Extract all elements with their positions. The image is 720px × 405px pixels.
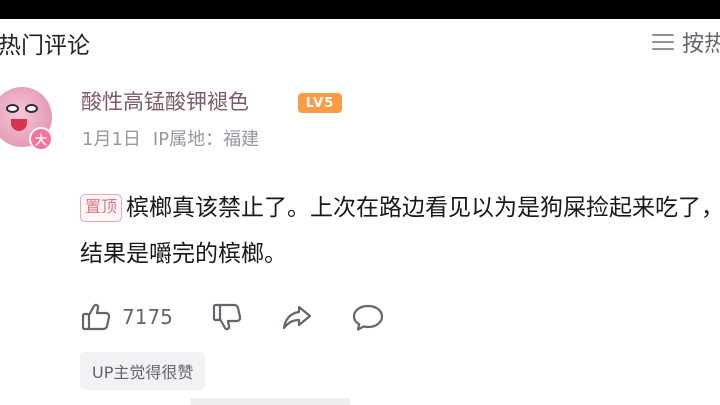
dislike-button[interactable] [211, 301, 243, 333]
list-sort-icon [651, 33, 674, 51]
section-title: 热门评论 [0, 33, 90, 59]
thumbs-down-icon [212, 303, 242, 331]
action-bar: 7175 [80, 297, 385, 337]
level-badge: LV5 [298, 93, 342, 113]
pinned-badge: 置顶 [80, 194, 123, 222]
comment-body: 置顶 槟榔真该禁止了。上次在路边看见以为是狗屎捡起来吃了，结果是嚼完的槟榔。 [80, 185, 720, 277]
comment-date: 1月1日 [82, 129, 141, 150]
comment-bubble-icon [352, 304, 384, 331]
share-button[interactable] [281, 301, 313, 333]
share-icon [282, 305, 312, 330]
next-item-edge [190, 398, 350, 405]
like-button[interactable]: 7175 [80, 301, 173, 333]
thumbs-up-icon [81, 303, 111, 331]
like-count: 7175 [122, 305, 173, 329]
username[interactable]: 酸性高锰酸钾褪色 [81, 86, 249, 116]
comment-text: 槟榔真该禁止了。上次在路边看见以为是狗屎捡起来吃了，结果是嚼完的槟榔。 [80, 195, 720, 267]
sort-button[interactable]: 按热 [651, 26, 720, 58]
sort-label: 按热 [681, 32, 720, 57]
up-liked-badge: UP主觉得很赞 [80, 352, 206, 390]
vip-badge-icon: 大 [29, 127, 53, 151]
ip-location: IP属地：福建 [152, 129, 260, 150]
reply-button[interactable] [351, 301, 385, 333]
comment-meta: 1月1日 IP属地：福建 [82, 125, 259, 151]
top-black-bar [0, 0, 720, 19]
